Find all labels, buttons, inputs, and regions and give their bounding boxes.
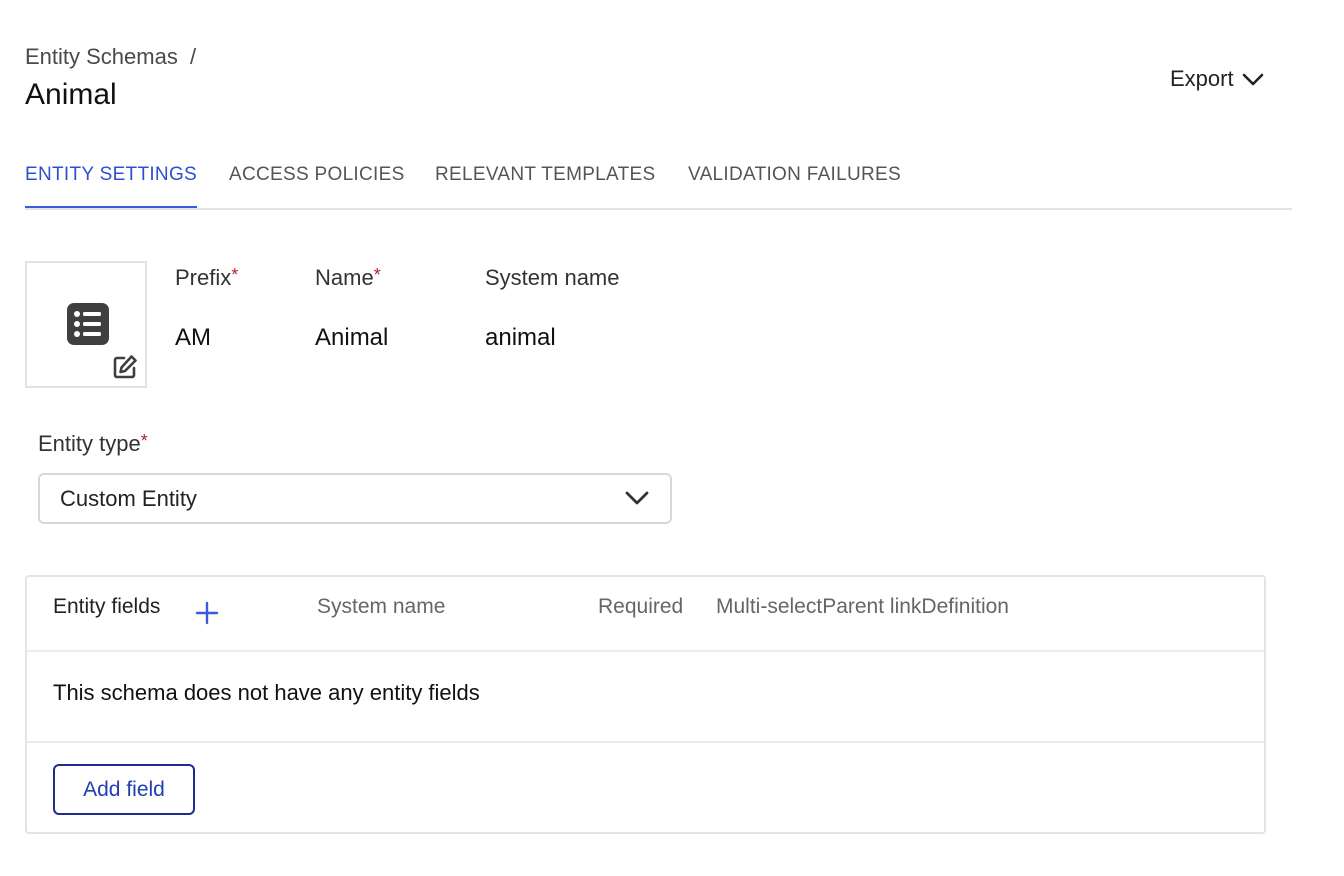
required-marker: * [140, 431, 148, 451]
system-name-value: animal [485, 324, 556, 351]
name-label-text: Name [315, 265, 374, 290]
column-entity-fields: Entity fields [53, 595, 161, 618]
name-label: Name* [315, 265, 381, 291]
breadcrumb: Entity Schemas / [25, 44, 196, 70]
breadcrumb-link-entity-schemas[interactable]: Entity Schemas [25, 44, 178, 69]
chevron-down-icon [625, 491, 649, 505]
entity-fields-panel: Entity fields System name Required Multi… [25, 575, 1266, 834]
entity-type-selected-value: Custom Entity [60, 486, 197, 511]
column-multi-select-group: Multi-selectParent linkDefinition [716, 595, 1009, 619]
list-icon [67, 303, 109, 345]
column-required: Required [598, 595, 684, 618]
prefix-label: Prefix* [175, 265, 238, 291]
column-definition: Definition [921, 595, 1009, 618]
schema-icon-picker[interactable] [25, 261, 147, 388]
required-marker: * [231, 265, 239, 285]
tab-relevant-templates[interactable]: RELEVANT TEMPLATES [435, 164, 655, 208]
edit-icon[interactable] [111, 353, 139, 381]
page-title: Animal [25, 78, 117, 111]
page: Entity Schemas / Animal Export ENTITY SE… [0, 0, 1344, 876]
entity-type-label: Entity type* [38, 431, 148, 457]
plus-icon[interactable] [195, 601, 219, 625]
chevron-down-icon [1242, 73, 1263, 86]
system-name-label: System name [485, 265, 620, 290]
entity-fields-header: Entity fields System name Required Multi… [27, 577, 1264, 652]
entity-type-select[interactable]: Custom Entity [38, 473, 672, 524]
column-system-name: System name [317, 595, 446, 618]
column-multi-select: Multi-select [716, 595, 823, 618]
prefix-value[interactable]: AM [175, 324, 211, 352]
tab-bar: ENTITY SETTINGS ACCESS POLICIES RELEVANT… [25, 160, 1292, 210]
tab-access-policies[interactable]: ACCESS POLICIES [229, 164, 405, 208]
breadcrumb-separator: / [189, 44, 197, 69]
tab-validation-failures[interactable]: VALIDATION FAILURES [688, 164, 901, 208]
tab-entity-settings[interactable]: ENTITY SETTINGS [25, 164, 198, 208]
name-value[interactable]: Animal [315, 324, 388, 352]
add-field-button[interactable]: Add field [53, 764, 195, 815]
export-label: Export [1170, 66, 1234, 91]
empty-state-row: This schema does not have any entity fie… [27, 652, 1264, 743]
prefix-label-text: Prefix [175, 265, 232, 290]
required-marker: * [373, 265, 381, 285]
entity-type-label-text: Entity type [38, 431, 141, 456]
export-button[interactable]: Export [1170, 66, 1264, 92]
empty-state-message: This schema does not have any entity fie… [53, 680, 480, 705]
column-parent-link: Parent link [822, 595, 922, 618]
